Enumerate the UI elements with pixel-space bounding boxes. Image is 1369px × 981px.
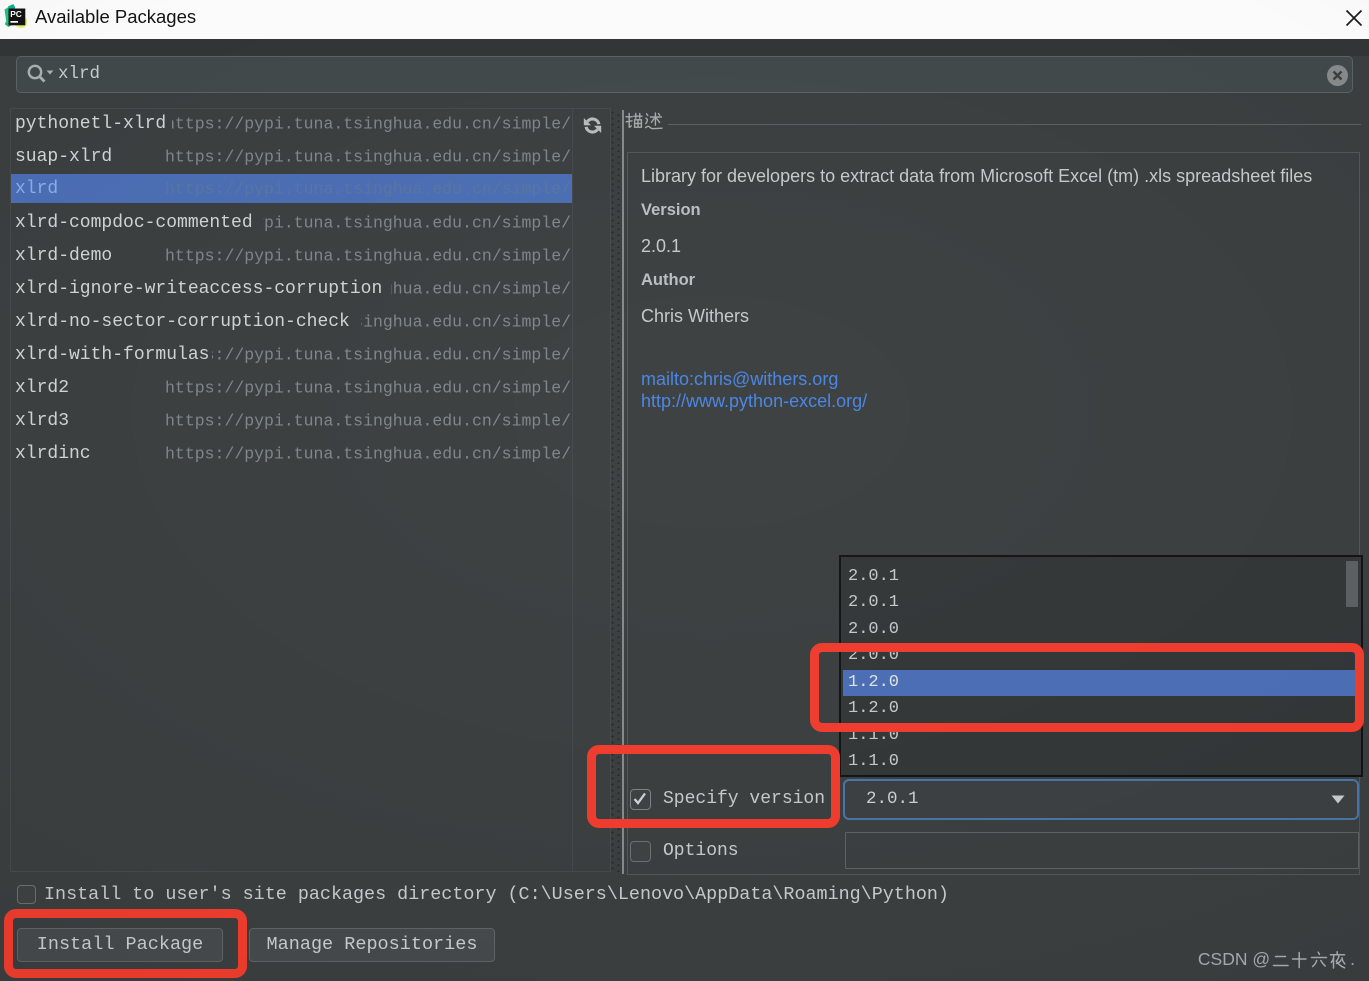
- svg-text:PC: PC: [10, 9, 22, 19]
